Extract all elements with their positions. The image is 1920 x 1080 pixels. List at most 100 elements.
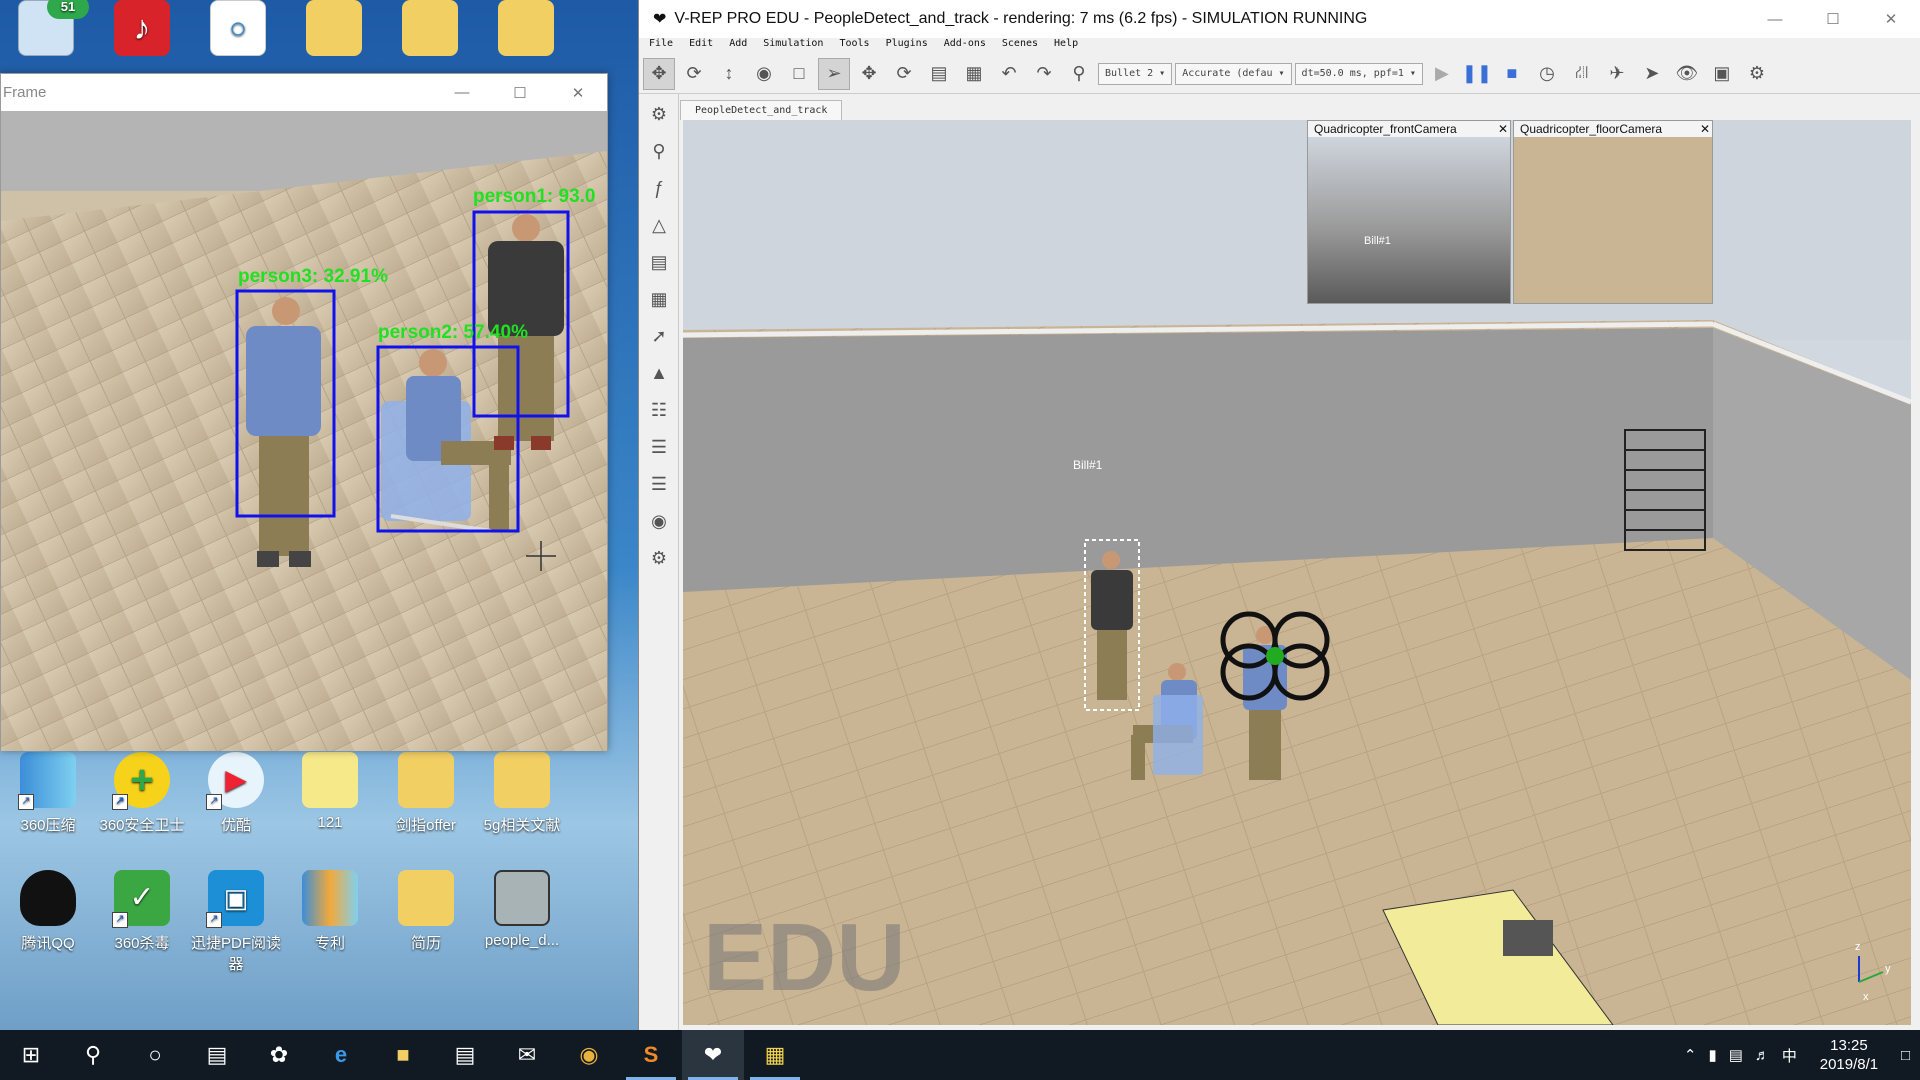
timestep-select[interactable]: dt=50.0 ms, ppf=1 ▾ [1294, 62, 1423, 85]
menu-scenes[interactable]: Scenes [1002, 38, 1038, 54]
chevron-up-icon[interactable]: ⌃ [1684, 1046, 1697, 1064]
frame-window[interactable]: Frame — ☐ ✕ person3: 32.91% person2: 57.… [0, 73, 608, 751]
camera-rotate-icon[interactable]: ⟳ [678, 58, 710, 90]
menu-add[interactable]: Add [729, 38, 747, 54]
desktop-icon-maps[interactable] [288, 0, 380, 62]
desktop-icon-5g[interactable]: 5g相关文献 [476, 752, 568, 835]
desktop-icon-patent[interactable]: 专利 [284, 870, 376, 953]
desktop-icon-offer[interactable]: 剑指offer [380, 752, 472, 835]
volume-muted-icon[interactable]: ♬ [1755, 1047, 1770, 1064]
menu-edit[interactable]: Edit [689, 38, 713, 54]
dynamics-icon[interactable]: ⚲ [1063, 58, 1095, 90]
vrep-title-bar[interactable]: ❤ V-REP PRO EDU - PeopleDetect_and_track… [639, 0, 1920, 38]
close-button[interactable]: ✕ [549, 74, 607, 111]
object-shift-icon[interactable]: ✥ [853, 58, 885, 90]
menu-file[interactable]: File [649, 38, 673, 54]
stack-icon[interactable]: ☰ [642, 467, 676, 501]
real-time-icon[interactable]: ◷ [1531, 58, 1563, 90]
visualization-icon[interactable]: 👁 [1671, 58, 1703, 90]
scene-icon[interactable]: ⚙ [1741, 58, 1773, 90]
ime-indicator[interactable]: 中 [1782, 1045, 1797, 1066]
layers-icon[interactable]: ▦ [642, 282, 676, 316]
taskbar-app-explorer[interactable]: ■ [372, 1030, 434, 1080]
model-browser-icon[interactable]: ▲ [642, 356, 676, 390]
battery-icon[interactable]: ▮ [1708, 1046, 1716, 1064]
maximize-button[interactable]: ☐ [1804, 1, 1862, 38]
desktop-icon-qq[interactable]: 腾讯QQ [2, 870, 94, 953]
scene-viewport[interactable]: Bill#1 EDU z y x Quadricopter_frontCamer… [683, 120, 1911, 1025]
close-icon[interactable]: ✕ [1698, 122, 1712, 136]
taskbar-app-mail[interactable]: ✉ [496, 1030, 558, 1080]
camera-shift-icon[interactable]: ↕ [713, 58, 745, 90]
film-icon[interactable]: ◉ [642, 504, 676, 538]
vrep-window[interactable]: ❤ V-REP PRO EDU - PeopleDetect_and_track… [638, 0, 1920, 1030]
floor-camera-view[interactable]: Quadricopter_floorCamera ✕ [1513, 120, 1713, 304]
desktop-icon-360av[interactable]: ✓ ↗ 360杀毒 [96, 870, 188, 953]
minimize-button[interactable]: — [1746, 1, 1804, 38]
taskbar-app-fan[interactable]: ✿ [248, 1030, 310, 1080]
taskbar-app-sublime[interactable]: S [620, 1030, 682, 1080]
desktop-icon-360zip[interactable]: ↗ 360压缩 [2, 752, 94, 835]
notification-icon[interactable]: □ [1901, 1047, 1910, 1064]
physics-engine-select[interactable]: Bullet 2 ▾ [1098, 62, 1173, 85]
front-camera-view[interactable]: Quadricopter_frontCamera ✕ Bill#1 [1307, 120, 1511, 304]
desktop-icon-121[interactable]: 121 [284, 752, 376, 831]
object-select-icon[interactable]: ➢ [818, 57, 850, 90]
scene-tab[interactable]: PeopleDetect_and_track [680, 100, 843, 120]
shapes-icon[interactable]: △ [642, 208, 676, 242]
frame-title-bar[interactable]: Frame — ☐ ✕ [1, 74, 607, 111]
desktop-icon-book[interactable] [384, 0, 476, 62]
desktop-icon-360safe[interactable]: + ↗ 360安全卫士 [96, 752, 188, 835]
function-icon[interactable]: ƒ [642, 171, 676, 205]
menu-tools[interactable]: Tools [839, 38, 869, 54]
menu-simulation[interactable]: Simulation [763, 38, 823, 54]
slower-icon[interactable]: ⛜ [1566, 58, 1598, 90]
menu-plugins[interactable]: Plugins [886, 38, 928, 54]
camera-angle-icon[interactable]: ◉ [748, 58, 780, 90]
undo-icon[interactable]: ↶ [993, 58, 1025, 90]
object-rotate-icon[interactable]: ⟳ [888, 58, 920, 90]
settings-icon[interactable]: ⚙ [642, 97, 676, 131]
taskbar-app-chrome[interactable]: ◉ [558, 1030, 620, 1080]
desktop-icon-netease[interactable]: ♪ [96, 0, 188, 62]
fit-to-view-icon[interactable]: □ [783, 58, 815, 90]
user-settings-icon[interactable]: ⚙ [642, 541, 676, 575]
maximize-button[interactable]: ☐ [491, 74, 549, 111]
minimize-button[interactable]: — [433, 74, 491, 111]
menu-addons[interactable]: Add-ons [944, 38, 986, 54]
accuracy-select[interactable]: Accurate (defau ▾ [1175, 62, 1292, 85]
network-icon[interactable]: ▤ [1729, 1046, 1743, 1064]
start-button[interactable]: ⊞ [0, 1030, 62, 1080]
desktop-icon-pdf[interactable]: ▣ ↗ 迅捷PDF阅读器 [190, 870, 282, 974]
desktop-icon-recycle-bin[interactable]: 51 [0, 0, 92, 62]
redo-icon[interactable]: ↷ [1028, 58, 1060, 90]
play-icon[interactable]: ▶ [1426, 58, 1458, 90]
script-icon[interactable]: ▤ [642, 245, 676, 279]
desktop-icon-resume[interactable]: 简历 [380, 870, 472, 953]
page-icon[interactable]: ▣ [1706, 58, 1738, 90]
cortana-button[interactable]: ○ [124, 1030, 186, 1080]
task-view-button[interactable]: ▤ [186, 1030, 248, 1080]
assemble-icon[interactable]: ▤ [923, 58, 955, 90]
stop-icon[interactable]: ■ [1496, 58, 1528, 90]
taskbar-app-store[interactable]: ▤ [434, 1030, 496, 1080]
taskbar-app-edge[interactable]: e [310, 1030, 372, 1080]
transfer-dna-icon[interactable]: ▦ [958, 58, 990, 90]
camera-pan-icon[interactable]: ✥ [643, 57, 675, 90]
zoom-icon[interactable]: ⚲ [642, 134, 676, 168]
desktop-icon-network-app[interactable]: ○ [192, 0, 284, 62]
taskbar-app-vrep[interactable]: ❤ [682, 1030, 744, 1080]
desktop-icon-people-video[interactable]: people_d... [476, 870, 568, 949]
faster-icon[interactable]: ✈ [1601, 58, 1633, 90]
close-icon[interactable]: ✕ [1496, 122, 1510, 136]
path-icon[interactable]: ➚ [642, 319, 676, 353]
desktop-icon-youku[interactable]: ▶ ↗ 优酷 [190, 752, 282, 835]
taskbar-app-python[interactable]: ▦ [744, 1030, 806, 1080]
menu-help[interactable]: Help [1054, 38, 1078, 54]
robot-icon[interactable]: ☷ [642, 393, 676, 427]
search-button[interactable]: ⚲ [62, 1030, 124, 1080]
threaded-render-icon[interactable]: ➤ [1636, 58, 1668, 90]
close-button[interactable]: ✕ [1862, 1, 1920, 38]
desktop-icon-folder[interactable] [480, 0, 572, 62]
scene-hierarchy-icon[interactable]: ☰ [642, 430, 676, 464]
